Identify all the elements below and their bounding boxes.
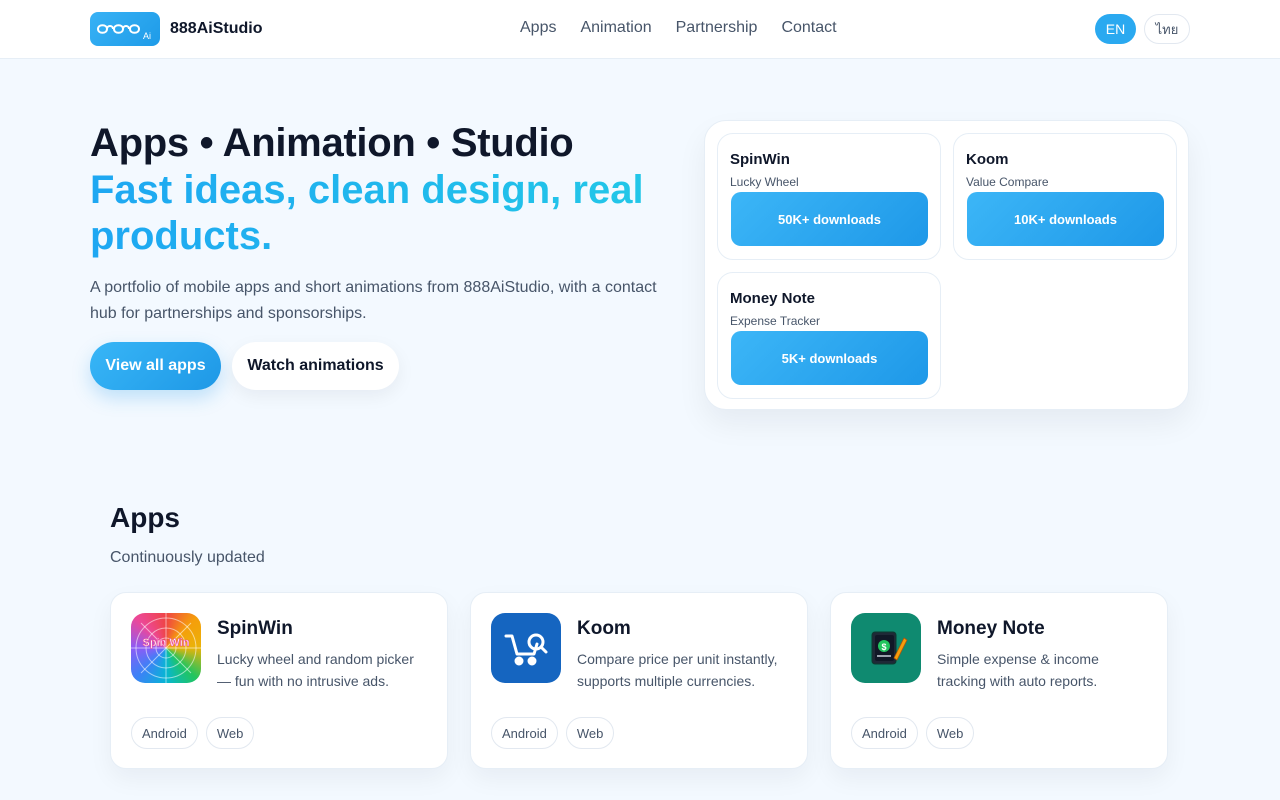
app-description: Lucky wheel and random picker — fun with… — [217, 651, 414, 689]
app-card-spinwin[interactable]: Spin Win SpinWin Lucky wheel and random … — [110, 592, 448, 769]
svg-text:Spin Win: Spin Win — [143, 637, 190, 649]
hero-subtitle: Fast ideas, clean design, real products. — [90, 167, 650, 259]
platform-chip-android: Android — [491, 717, 558, 749]
stat-card-downloads: 10K+ downloads — [967, 192, 1164, 246]
platform-chip-android: Android — [131, 717, 198, 749]
app-name: SpinWin — [217, 618, 293, 639]
nav-link-partnership[interactable]: Partnership — [676, 19, 758, 37]
cart-search-glyph — [504, 633, 548, 666]
stat-card-money-note: Money Note Expense Tracker 5K+ downloads — [717, 272, 941, 399]
color-wheel-icon: Spin Win — [131, 613, 201, 683]
app-card-koom[interactable]: Koom Compare price per unit instantly, s… — [470, 592, 808, 769]
platform-chip-web: Web — [925, 717, 975, 749]
download-stats-panel: SpinWin Lucky Wheel 50K+ downloads Koom … — [704, 120, 1189, 410]
brand-logo[interactable]: Ai — [90, 12, 160, 46]
svg-text:$: $ — [881, 642, 886, 652]
money-notebook-icon: $ — [851, 613, 921, 683]
stat-card-tag: Value Compare — [966, 175, 1049, 189]
brand-name[interactable]: 888AiStudio — [170, 20, 262, 38]
app-name: Koom — [577, 618, 631, 639]
hero-description: A portfolio of mobile apps and short ani… — [90, 279, 657, 322]
brand-logo-icon: Ai — [96, 24, 151, 41]
app-description: Compare price per unit instantly, suppor… — [577, 651, 778, 689]
svg-text:Ai: Ai — [143, 31, 151, 41]
nav-link-contact[interactable]: Contact — [781, 19, 836, 37]
language-en-button[interactable]: EN — [1095, 14, 1136, 44]
nav-link-apps[interactable]: Apps — [520, 19, 556, 37]
top-navigation-bar: Ai 888AiStudio Apps Animation Partnershi… — [0, 0, 1280, 59]
stat-card-koom: Koom Value Compare 10K+ downloads — [953, 133, 1177, 260]
platform-chips: Android Web — [491, 717, 615, 749]
stat-card-name: Koom — [966, 151, 1009, 168]
language-th-button[interactable]: ไทย — [1144, 14, 1190, 44]
stat-card-name: SpinWin — [730, 151, 790, 168]
app-card-money-note[interactable]: $ Money Note Simple expense & income tra… — [830, 592, 1168, 769]
wheel-overlay: Spin Win — [131, 613, 201, 683]
nav-link-animation[interactable]: Animation — [580, 19, 651, 37]
hero-title: Apps • Animation • Studio — [90, 121, 574, 165]
stat-card-downloads: 5K+ downloads — [731, 331, 928, 385]
app-name: Money Note — [937, 618, 1045, 639]
app-description: Simple expense & income tracking with au… — [937, 651, 1099, 689]
stat-card-tag: Expense Tracker — [730, 314, 821, 328]
platform-chip-android: Android — [851, 717, 918, 749]
notebook-glyph: $ — [871, 631, 908, 665]
stat-card-tag: Lucky Wheel — [730, 175, 799, 189]
apps-section-title: Apps — [110, 502, 180, 533]
stat-card-downloads: 50K+ downloads — [731, 192, 928, 246]
platform-chips: Android Web — [131, 717, 255, 749]
platform-chip-web: Web — [565, 717, 615, 749]
stat-card-spinwin: SpinWin Lucky Wheel 50K+ downloads — [717, 133, 941, 260]
watch-animations-button[interactable]: Watch animations — [232, 342, 399, 390]
apps-section-subtitle: Continuously updated — [110, 549, 265, 566]
stat-card-name: Money Note — [730, 290, 816, 307]
cart-search-icon — [491, 613, 561, 683]
main-nav: Apps Animation Partnership Contact — [520, 19, 837, 37]
platform-chip-web: Web — [205, 717, 255, 749]
view-all-apps-button[interactable]: View all apps — [90, 342, 221, 390]
platform-chips: Android Web — [851, 717, 975, 749]
